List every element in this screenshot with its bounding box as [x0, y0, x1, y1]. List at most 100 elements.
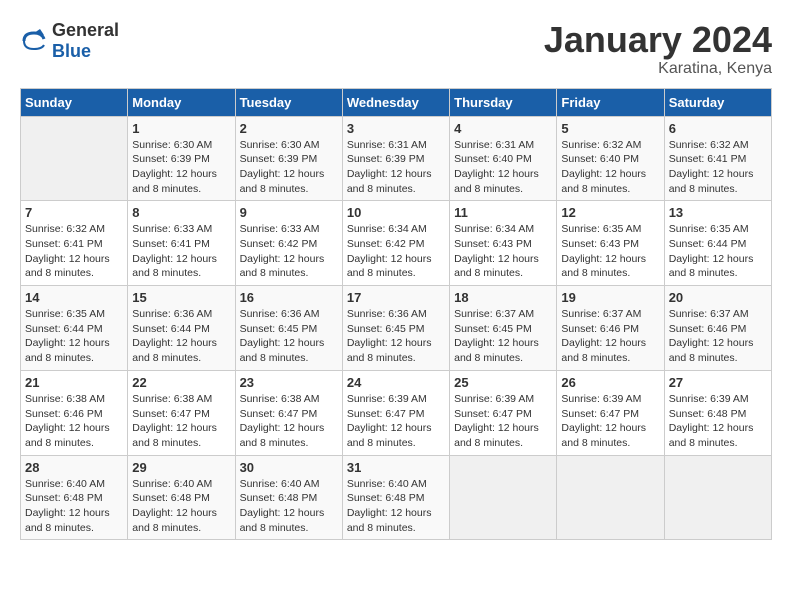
- table-row: 28 Sunrise: 6:40 AMSunset: 6:48 PMDayligh…: [21, 455, 128, 540]
- day-info: Sunrise: 6:33 AMSunset: 6:41 PMDaylight:…: [132, 222, 230, 281]
- day-info: Sunrise: 6:34 AMSunset: 6:43 PMDaylight:…: [454, 222, 552, 281]
- table-row: 21 Sunrise: 6:38 AMSunset: 6:46 PMDayligh…: [21, 370, 128, 455]
- calendar-title: January 2024: [544, 20, 772, 60]
- table-row: 16 Sunrise: 6:36 AMSunset: 6:45 PMDayligh…: [235, 286, 342, 371]
- day-info: Sunrise: 6:40 AMSunset: 6:48 PMDaylight:…: [240, 477, 338, 536]
- table-row: 8Sunrise: 6:33 AMSunset: 6:41 PMDaylight…: [128, 201, 235, 286]
- table-row: 14 Sunrise: 6:35 AMSunset: 6:44 PMDayligh…: [21, 286, 128, 371]
- day-number: 7: [25, 205, 123, 220]
- day-info: Sunrise: 6:32 AMSunset: 6:41 PMDaylight:…: [25, 222, 123, 281]
- day-info: Sunrise: 6:40 AMSunset: 6:48 PMDaylight:…: [347, 477, 445, 536]
- table-row: [557, 455, 664, 540]
- table-row: 1 Sunrise: 6:30 AMSunset: 6:39 PMDaylight…: [128, 116, 235, 201]
- calendar-header-row: Sunday Monday Tuesday Wednesday Thursday…: [21, 88, 772, 116]
- day-info: Sunrise: 6:32 AMSunset: 6:41 PMDaylight:…: [669, 138, 767, 197]
- day-info: Sunrise: 6:36 AMSunset: 6:45 PMDaylight:…: [240, 307, 338, 366]
- table-row: 24Sunrise: 6:39 AMSunset: 6:47 PMDayligh…: [342, 370, 449, 455]
- day-info: Sunrise: 6:35 AMSunset: 6:44 PMDaylight:…: [669, 222, 767, 281]
- table-row: 6 Sunrise: 6:32 AMSunset: 6:41 PMDaylight…: [664, 116, 771, 201]
- day-number: 10: [347, 205, 445, 220]
- day-number: 11: [454, 205, 552, 220]
- day-number: 19: [561, 290, 659, 305]
- calendar-week-row: 21 Sunrise: 6:38 AMSunset: 6:46 PMDayligh…: [21, 370, 772, 455]
- day-number: 2: [240, 121, 338, 136]
- day-number: 9: [240, 205, 338, 220]
- day-info: Sunrise: 6:30 AMSunset: 6:39 PMDaylight:…: [240, 138, 338, 197]
- day-number: 20: [669, 290, 767, 305]
- day-number: 6: [669, 121, 767, 136]
- day-number: 16: [240, 290, 338, 305]
- day-info: Sunrise: 6:38 AMSunset: 6:46 PMDaylight:…: [25, 392, 123, 451]
- day-info: Sunrise: 6:36 AMSunset: 6:44 PMDaylight:…: [132, 307, 230, 366]
- day-info: Sunrise: 6:38 AMSunset: 6:47 PMDaylight:…: [132, 392, 230, 451]
- day-info: Sunrise: 6:39 AMSunset: 6:48 PMDaylight:…: [669, 392, 767, 451]
- day-number: 13: [669, 205, 767, 220]
- day-info: Sunrise: 6:37 AMSunset: 6:45 PMDaylight:…: [454, 307, 552, 366]
- day-number: 3: [347, 121, 445, 136]
- logo-icon: [20, 27, 48, 55]
- table-row: [664, 455, 771, 540]
- day-info: Sunrise: 6:33 AMSunset: 6:42 PMDaylight:…: [240, 222, 338, 281]
- title-area: January 2024 Karatina, Kenya: [544, 20, 772, 78]
- day-info: Sunrise: 6:40 AMSunset: 6:48 PMDaylight:…: [25, 477, 123, 536]
- table-row: 20Sunrise: 6:37 AMSunset: 6:46 PMDayligh…: [664, 286, 771, 371]
- table-row: 3 Sunrise: 6:31 AMSunset: 6:39 PMDaylight…: [342, 116, 449, 201]
- day-info: Sunrise: 6:36 AMSunset: 6:45 PMDaylight:…: [347, 307, 445, 366]
- table-row: 7 Sunrise: 6:32 AMSunset: 6:41 PMDaylight…: [21, 201, 128, 286]
- day-info: Sunrise: 6:30 AMSunset: 6:39 PMDaylight:…: [132, 138, 230, 197]
- table-row: 17 Sunrise: 6:36 AMSunset: 6:45 PMDayligh…: [342, 286, 449, 371]
- day-info: Sunrise: 6:32 AMSunset: 6:40 PMDaylight:…: [561, 138, 659, 197]
- day-info: Sunrise: 6:37 AMSunset: 6:46 PMDaylight:…: [561, 307, 659, 366]
- day-info: Sunrise: 6:31 AMSunset: 6:40 PMDaylight:…: [454, 138, 552, 197]
- day-info: Sunrise: 6:35 AMSunset: 6:44 PMDaylight:…: [25, 307, 123, 366]
- table-row: 2 Sunrise: 6:30 AMSunset: 6:39 PMDaylight…: [235, 116, 342, 201]
- day-info: Sunrise: 6:38 AMSunset: 6:47 PMDaylight:…: [240, 392, 338, 451]
- day-info: Sunrise: 6:34 AMSunset: 6:42 PMDaylight:…: [347, 222, 445, 281]
- day-number: 31: [347, 460, 445, 475]
- logo-text: General Blue: [52, 20, 119, 62]
- col-wednesday: Wednesday: [342, 88, 449, 116]
- day-number: 22: [132, 375, 230, 390]
- day-number: 23: [240, 375, 338, 390]
- table-row: 4 Sunrise: 6:31 AMSunset: 6:40 PMDaylight…: [450, 116, 557, 201]
- table-row: 23 Sunrise: 6:38 AMSunset: 6:47 PMDayligh…: [235, 370, 342, 455]
- day-number: 25: [454, 375, 552, 390]
- day-info: Sunrise: 6:31 AMSunset: 6:39 PMDaylight:…: [347, 138, 445, 197]
- table-row: 22 Sunrise: 6:38 AMSunset: 6:47 PMDayligh…: [128, 370, 235, 455]
- table-row: 30 Sunrise: 6:40 AMSunset: 6:48 PMDayligh…: [235, 455, 342, 540]
- col-tuesday: Tuesday: [235, 88, 342, 116]
- day-number: 14: [25, 290, 123, 305]
- table-row: [450, 455, 557, 540]
- col-saturday: Saturday: [664, 88, 771, 116]
- table-row: 19 Sunrise: 6:37 AMSunset: 6:46 PMDayligh…: [557, 286, 664, 371]
- calendar-week-row: 28 Sunrise: 6:40 AMSunset: 6:48 PMDayligh…: [21, 455, 772, 540]
- table-row: 5Sunrise: 6:32 AMSunset: 6:40 PMDaylight…: [557, 116, 664, 201]
- day-number: 15: [132, 290, 230, 305]
- day-number: 26: [561, 375, 659, 390]
- col-sunday: Sunday: [21, 88, 128, 116]
- calendar-subtitle: Karatina, Kenya: [544, 60, 772, 78]
- col-friday: Friday: [557, 88, 664, 116]
- day-info: Sunrise: 6:39 AMSunset: 6:47 PMDaylight:…: [561, 392, 659, 451]
- header: General Blue January 2024 Karatina, Keny…: [20, 20, 772, 78]
- table-row: 27Sunrise: 6:39 AMSunset: 6:48 PMDayligh…: [664, 370, 771, 455]
- day-info: Sunrise: 6:39 AMSunset: 6:47 PMDaylight:…: [347, 392, 445, 451]
- table-row: 13 Sunrise: 6:35 AMSunset: 6:44 PMDayligh…: [664, 201, 771, 286]
- table-row: 31 Sunrise: 6:40 AMSunset: 6:48 PMDayligh…: [342, 455, 449, 540]
- table-row: 29Sunrise: 6:40 AMSunset: 6:48 PMDayligh…: [128, 455, 235, 540]
- table-row: [21, 116, 128, 201]
- day-number: 12: [561, 205, 659, 220]
- logo: General Blue: [20, 20, 119, 62]
- day-number: 28: [25, 460, 123, 475]
- day-number: 30: [240, 460, 338, 475]
- calendar-week-row: 14 Sunrise: 6:35 AMSunset: 6:44 PMDayligh…: [21, 286, 772, 371]
- table-row: 10 Sunrise: 6:34 AMSunset: 6:42 PMDayligh…: [342, 201, 449, 286]
- day-number: 21: [25, 375, 123, 390]
- col-thursday: Thursday: [450, 88, 557, 116]
- calendar-table: Sunday Monday Tuesday Wednesday Thursday…: [20, 88, 772, 541]
- day-number: 1: [132, 121, 230, 136]
- day-number: 17: [347, 290, 445, 305]
- day-number: 4: [454, 121, 552, 136]
- day-number: 18: [454, 290, 552, 305]
- logo-blue: Blue: [52, 41, 91, 61]
